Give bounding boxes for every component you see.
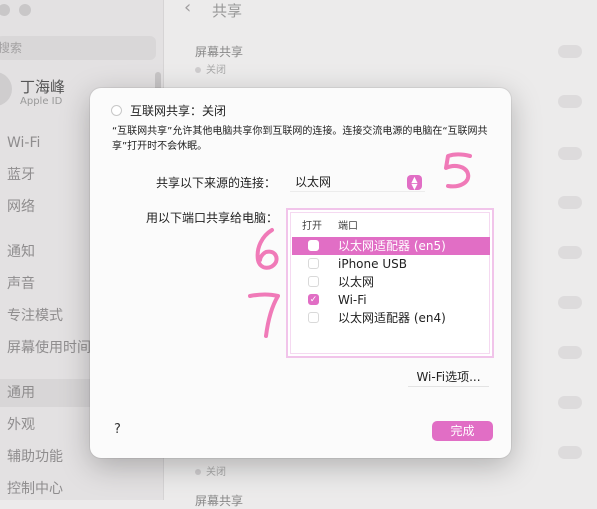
table-row[interactable]: iPhone USB [292, 255, 490, 273]
row-status: 关闭 [195, 463, 226, 478]
source-select[interactable]: 以太网 [290, 173, 425, 192]
port-name: 以太网适配器 (en4) [338, 311, 446, 325]
toggle-row-9[interactable] [558, 446, 582, 459]
help-button[interactable]: ? [114, 422, 121, 437]
port-checkbox[interactable] [308, 240, 319, 251]
table-row[interactable]: ✓ Wi-Fi [292, 291, 490, 309]
chevron-updown-icon[interactable]: ▲ ▼ [407, 175, 422, 191]
table-row[interactable]: 以太网适配器 (en5) [292, 237, 490, 255]
column-header-on[interactable]: 打开 [302, 217, 322, 232]
port-name: iPhone USB [338, 257, 407, 271]
avatar[interactable] [0, 72, 12, 106]
port-checkbox[interactable] [308, 312, 319, 323]
back-button[interactable]: ‹ [184, 0, 191, 18]
service-status-indicator [111, 105, 122, 116]
status-dot-icon [195, 469, 201, 475]
port-checkbox[interactable] [308, 276, 319, 287]
column-header-port[interactable]: 端口 [338, 217, 358, 232]
source-label: 共享以下来源的连接： [156, 176, 277, 190]
port-name: 以太网适配器 (en5) [338, 239, 446, 253]
sidebar-search-input[interactable]: 搜索 [0, 36, 156, 60]
window-close-button[interactable] [0, 4, 10, 16]
table-row[interactable]: 以太网适配器 (en4) [292, 309, 490, 327]
row-status: 关闭 [195, 61, 226, 76]
handwritten-7-annotation [248, 292, 280, 338]
toggle-row-7[interactable] [558, 346, 582, 359]
table-row[interactable]: 以太网 [292, 273, 490, 291]
user-name[interactable]: 丁海峰 [20, 76, 65, 97]
port-name: 以太网 [338, 275, 375, 289]
port-checkbox[interactable] [308, 258, 319, 269]
toggle-row-2[interactable] [558, 95, 582, 108]
service-title: 互联网共享：关闭 [130, 104, 227, 118]
wifi-options-button[interactable]: Wi-Fi选项... [408, 368, 489, 387]
ports-table: 打开 端口 以太网适配器 (en5) iPhone USB 以太网 ✓ Wi-F… [286, 208, 494, 358]
port-name: Wi-Fi [338, 293, 367, 307]
handwritten-5-annotation [444, 152, 472, 189]
toggle-row-3[interactable] [558, 147, 582, 160]
row-title-screen-sharing: 屏幕共享 [195, 45, 244, 59]
toggle-row-5[interactable] [558, 246, 582, 259]
user-subtitle: Apple ID [20, 96, 63, 107]
toggle-row-4[interactable] [558, 196, 582, 209]
handwritten-6-annotation [255, 228, 279, 270]
page-title: 共享 [212, 2, 243, 20]
row-title-screen-sharing-2: 屏幕共享 [195, 494, 244, 508]
toggle-row-8[interactable] [558, 396, 582, 409]
sidebar-item-control-center[interactable]: 控制中心 [0, 475, 160, 503]
done-button[interactable]: 完成 [432, 421, 493, 441]
toggle-screen-sharing[interactable] [558, 45, 582, 58]
toggle-row-6[interactable] [558, 296, 582, 309]
port-checkbox-checked[interactable]: ✓ [308, 294, 319, 305]
window-minimize-button[interactable] [19, 4, 31, 16]
internet-sharing-dialog: 互联网共享：关闭 “互联网共享”允许其他电脑共享你到互联网的连接。连接交流电源的… [90, 88, 511, 458]
status-dot-icon [195, 67, 201, 73]
ports-label: 用以下端口共享给电脑： [146, 211, 279, 225]
